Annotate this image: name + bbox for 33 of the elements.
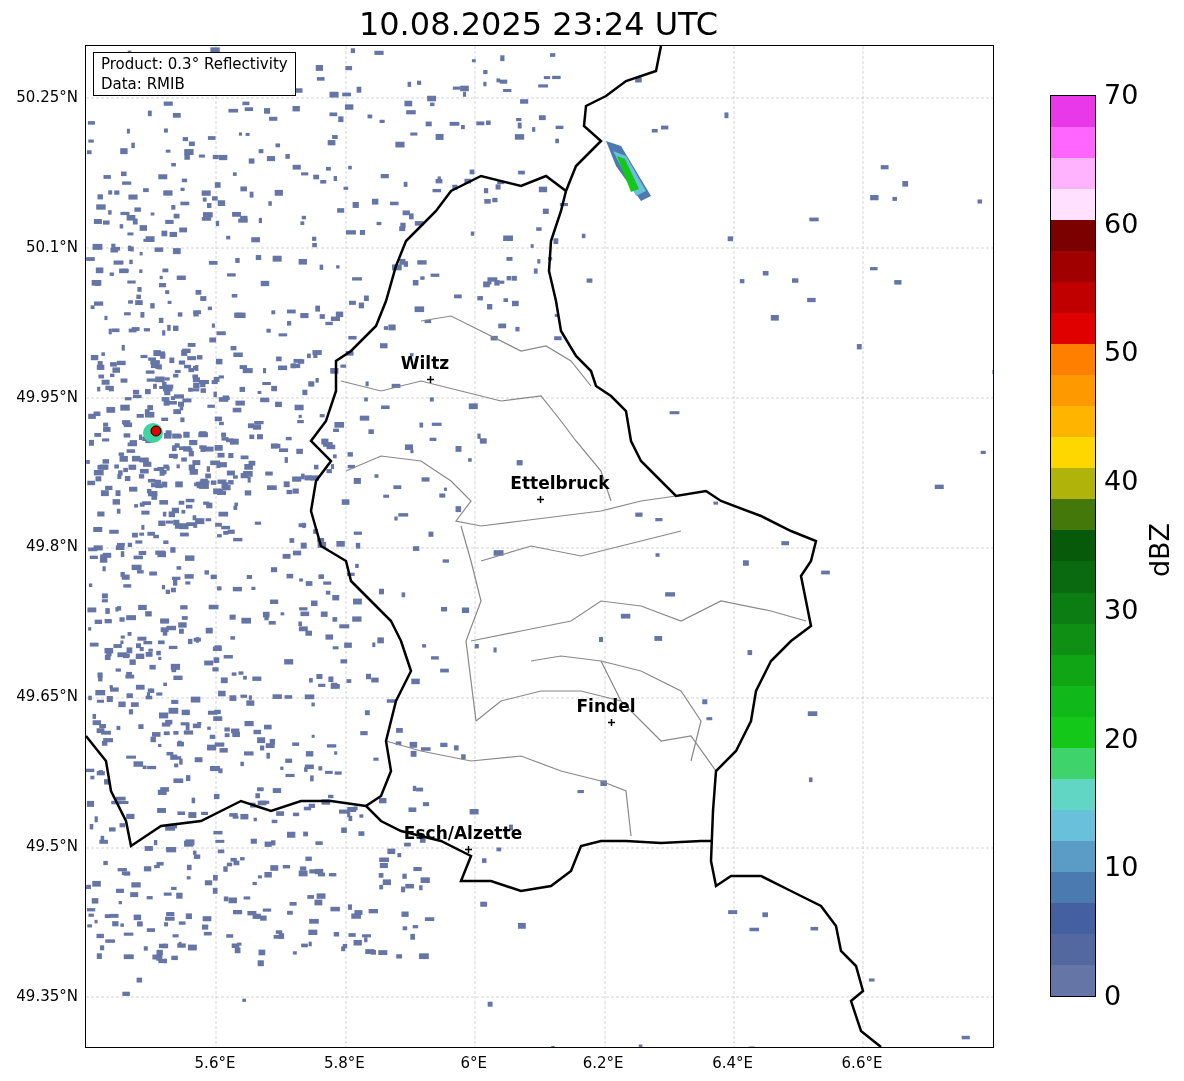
colorbar-tick-label: 10 bbox=[1104, 852, 1139, 883]
city-label: Wiltz bbox=[400, 353, 450, 373]
latitude-label: 50.1°N bbox=[25, 237, 78, 256]
latitude-label: 49.65°N bbox=[16, 687, 78, 706]
city-marker-icon bbox=[465, 846, 472, 853]
city-marker-icon bbox=[427, 376, 434, 383]
latitude-label: 49.95°N bbox=[16, 387, 78, 406]
longitude-label: 6.4°E bbox=[712, 1054, 753, 1072]
colorbar-tick-label: 0 bbox=[1104, 981, 1122, 1011]
city-marker-icon bbox=[537, 496, 544, 503]
colorbar-tick-label: 50 bbox=[1104, 337, 1139, 368]
longitude-label: 5.8°E bbox=[323, 1054, 365, 1072]
city-label: Ettelbruck bbox=[510, 473, 610, 493]
colorbar-tick-label: 30 bbox=[1104, 594, 1139, 625]
colorbar-label: dBZ bbox=[1145, 522, 1175, 578]
longitude-label: 6.2°E bbox=[582, 1054, 624, 1072]
city-label: Esch/Alzette bbox=[403, 823, 523, 843]
data-source-label: Data: RMIB bbox=[101, 74, 186, 94]
colorbar-tick-label: 40 bbox=[1104, 466, 1139, 497]
longitude-label: 5.6°E bbox=[194, 1054, 236, 1072]
latitude-label: 50.25°N bbox=[16, 88, 78, 106]
city-label: Findel bbox=[576, 696, 636, 716]
colorbar-tick-label: 20 bbox=[1104, 723, 1139, 754]
longitude-label: 6.6°E bbox=[841, 1054, 883, 1072]
latitude-label: 49.5°N bbox=[25, 837, 78, 855]
latitude-label: 49.8°N bbox=[25, 537, 78, 556]
longitude-label: 6°E bbox=[460, 1054, 488, 1072]
city-marker-icon bbox=[608, 719, 615, 726]
latitude-label: 49.35°N bbox=[16, 986, 78, 1005]
colorbar-tick-label: 70 bbox=[1104, 80, 1139, 110]
chart-title: 10.08.2025 23:24 UTC bbox=[358, 4, 719, 44]
product-label: Product: 0.3° Reflectivity bbox=[101, 54, 288, 74]
colorbar-tick-label: 60 bbox=[1104, 208, 1139, 239]
